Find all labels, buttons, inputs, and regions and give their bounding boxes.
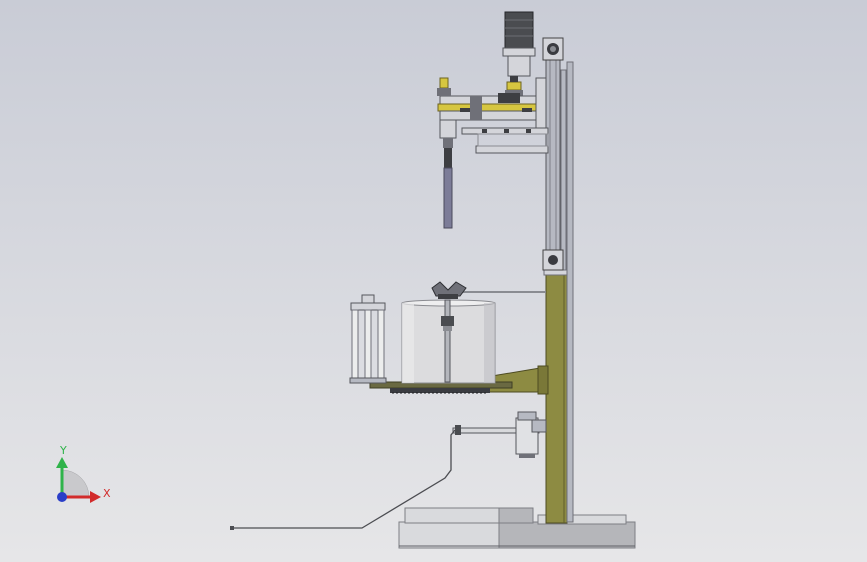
cylinder-rod-right xyxy=(377,309,385,381)
machine-drawing: Y X xyxy=(56,11,636,549)
x-axis-arrow-icon xyxy=(90,491,101,503)
motor-body xyxy=(504,11,534,49)
y-axis-label: Y xyxy=(59,444,67,457)
tool-rod xyxy=(443,167,453,229)
plate-under xyxy=(390,388,490,393)
base-plate-upper-right xyxy=(498,507,534,524)
side-rail xyxy=(560,69,567,271)
triad-quarter-disc xyxy=(61,469,90,498)
left-cylinder-unit xyxy=(349,294,387,384)
y-axis-arrow-icon xyxy=(56,457,68,468)
z-axis-dot-icon xyxy=(57,492,67,502)
motor-gearbox xyxy=(507,55,531,77)
cylinder-top-cap xyxy=(350,302,386,311)
coordinate-triad: Y X xyxy=(56,444,111,503)
back-rail xyxy=(566,61,574,523)
base-plate-lower-right xyxy=(498,521,636,549)
axis-profile xyxy=(545,57,561,271)
stirrer-gripper xyxy=(431,281,467,297)
vertical-linear-axis xyxy=(542,37,564,271)
cad-viewport[interactable]: Y X xyxy=(0,0,867,562)
cylinder-rod-left xyxy=(351,309,359,381)
motor-coupling xyxy=(506,81,522,91)
head-lower-plate xyxy=(439,110,543,121)
servo-motor xyxy=(502,11,536,96)
lower-actuator xyxy=(452,411,547,458)
head-yellow-block xyxy=(439,77,449,89)
head-top-plate xyxy=(439,95,543,105)
stirrer-shaft xyxy=(444,299,451,383)
head-side-rail-bottom xyxy=(475,145,549,154)
machine-base xyxy=(398,507,636,549)
x-axis-label: X xyxy=(103,487,111,500)
upper-head xyxy=(437,77,549,168)
motor-flange xyxy=(502,47,536,57)
head-bracket xyxy=(535,77,547,131)
cylinder-rod-mid xyxy=(364,309,372,381)
tool-rod-body xyxy=(443,167,453,229)
head-spindle-housing xyxy=(439,119,457,139)
